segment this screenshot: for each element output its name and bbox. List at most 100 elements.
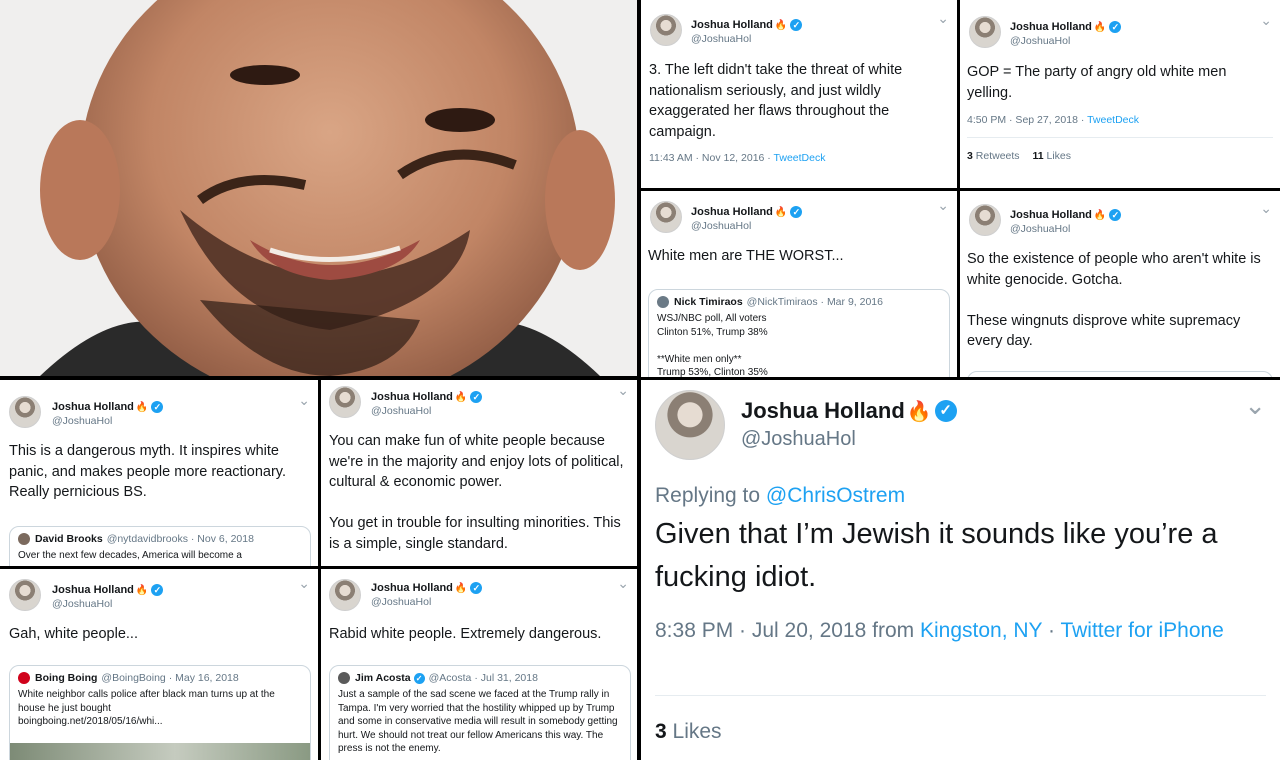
author-handle[interactable]: @JoshuaHol bbox=[1010, 35, 1070, 47]
retweets-stat[interactable]: 3 Retweets bbox=[967, 150, 1020, 162]
quoted-author-handle: @Acosta · Jul 31, 2018 bbox=[428, 672, 538, 684]
verified-icon: ✓ bbox=[470, 391, 483, 403]
tweet-card[interactable]: Joshua Holland 🔥 ✓ @JoshuaHol ⌄ So the e… bbox=[960, 191, 1280, 377]
tweet-text: So the existence of people who aren't wh… bbox=[967, 251, 1261, 349]
fire-icon: 🔥 bbox=[774, 19, 788, 31]
avatar[interactable] bbox=[329, 386, 361, 418]
author-name[interactable]: Joshua Holland bbox=[691, 19, 773, 31]
author-name[interactable]: Joshua Holland bbox=[371, 391, 453, 403]
quoted-tweet[interactable]: Nick Timiraos @NickTimiraos · Mar 9, 201… bbox=[648, 289, 950, 377]
tweet-card[interactable]: Joshua Holland 🔥 ✓ @JoshuaHol ⌄ White me… bbox=[641, 191, 957, 377]
author-handle[interactable]: @JoshuaHol bbox=[371, 596, 431, 608]
verified-icon: ✓ bbox=[790, 206, 803, 218]
chevron-down-icon[interactable]: ⌄ bbox=[937, 197, 949, 214]
divider bbox=[655, 695, 1266, 696]
verified-icon: ✓ bbox=[470, 582, 483, 594]
author-name[interactable]: Joshua Holland bbox=[52, 401, 134, 413]
quoted-tweet[interactable]: Jim Acosta ✓ @Acosta · Jul 31, 2018 Just… bbox=[329, 665, 631, 760]
chevron-down-icon[interactable]: ⌄ bbox=[617, 382, 629, 399]
tweet-text: Gah, white people... bbox=[9, 626, 138, 642]
tweet-timestamp[interactable]: 11:43 AM · Nov 12, 2016 · bbox=[649, 152, 774, 164]
avatar bbox=[338, 672, 350, 684]
tweet-card[interactable]: Joshua Holland 🔥 ✓ @JoshuaHol ⌄ GOP = Th… bbox=[960, 0, 1280, 188]
fire-icon: 🔥 bbox=[454, 582, 468, 594]
likes-stat[interactable]: 11 Likes bbox=[1032, 150, 1071, 162]
tweet-source[interactable]: TweetDeck bbox=[1087, 114, 1139, 126]
avatar[interactable] bbox=[9, 579, 41, 611]
chevron-down-icon[interactable]: ⌄ bbox=[298, 392, 310, 409]
tweet-card[interactable]: Joshua Holland 🔥 ✓ @JoshuaHol ⌄ Rabid wh… bbox=[321, 569, 637, 760]
avatar[interactable] bbox=[650, 201, 682, 233]
tweet-source[interactable]: TweetDeck bbox=[774, 152, 826, 164]
author-name[interactable]: Joshua Holland bbox=[691, 206, 773, 218]
fire-icon: 🔥 bbox=[1093, 209, 1107, 221]
author-handle[interactable]: @JoshuaHol bbox=[371, 405, 431, 417]
quoted-text: Just a sample of the sad scene we faced … bbox=[338, 689, 618, 754]
photo-panel bbox=[0, 0, 637, 376]
author-handle[interactable]: @JoshuaHol bbox=[1010, 223, 1070, 235]
verified-icon: ✓ bbox=[151, 401, 164, 413]
quoted-tweet[interactable] bbox=[967, 371, 1273, 377]
quoted-author-handle: @nytdavidbrooks · Nov 6, 2018 bbox=[106, 533, 254, 545]
tweet-text: This is a dangerous myth. It inspires wh… bbox=[9, 443, 286, 500]
avatar bbox=[657, 296, 669, 308]
fire-icon: 🔥 bbox=[135, 401, 149, 413]
likes-stat[interactable]: 3 Likes bbox=[655, 720, 722, 744]
quoted-author-handle: @NickTimiraos · Mar 9, 2016 bbox=[746, 296, 883, 308]
tweet-card[interactable]: Joshua Holland 🔥 ✓ @JoshuaHol ⌄ 3. The l… bbox=[641, 0, 957, 188]
author-handle[interactable]: @JoshuaHol bbox=[691, 220, 751, 232]
author-handle[interactable]: @JoshuaHol bbox=[52, 598, 112, 610]
verified-icon: ✓ bbox=[1109, 209, 1122, 221]
quoted-tweet[interactable]: David Brooks @nytdavidbrooks · Nov 6, 20… bbox=[9, 526, 311, 566]
tweet-card[interactable]: Joshua Holland 🔥 ✓ @JoshuaHol ⌄ This is … bbox=[0, 380, 318, 566]
quoted-text: WSJ/NBC poll, All voters Clinton 51%, Tr… bbox=[657, 313, 768, 377]
tweet-source[interactable]: Twitter for iPhone bbox=[1060, 619, 1223, 642]
tweet-card[interactable]: Joshua Holland 🔥 ✓ @JoshuaHol ⌄ You can … bbox=[321, 380, 637, 566]
tweet-card[interactable]: Joshua Holland 🔥 ✓ @JoshuaHol ⌄ Gah, whi… bbox=[0, 569, 318, 760]
avatar[interactable] bbox=[969, 16, 1001, 48]
verified-icon: ✓ bbox=[1109, 21, 1122, 33]
reply-prefix: Replying to bbox=[655, 484, 766, 507]
avatar bbox=[18, 672, 30, 684]
fire-icon: 🔥 bbox=[906, 400, 932, 423]
avatar[interactable] bbox=[9, 396, 41, 428]
author-handle[interactable]: @JoshuaHol bbox=[52, 415, 112, 427]
chevron-down-icon[interactable]: ⌄ bbox=[1260, 200, 1272, 217]
avatar[interactable] bbox=[650, 14, 682, 46]
quoted-text: Over the next few decades, America will … bbox=[18, 550, 242, 561]
chevron-down-icon[interactable]: ⌄ bbox=[1244, 390, 1266, 421]
chevron-down-icon[interactable]: ⌄ bbox=[1260, 12, 1272, 29]
tweet-text: Rabid white people. Extremely dangerous. bbox=[329, 626, 602, 642]
tweet-text: 3. The left didn't take the threat of wh… bbox=[649, 62, 903, 140]
avatar[interactable] bbox=[969, 204, 1001, 236]
reply-to-link[interactable]: @ChrisOstrem bbox=[766, 484, 905, 507]
verified-icon: ✓ bbox=[151, 584, 164, 596]
quoted-author-name: Boing Boing bbox=[35, 672, 98, 684]
fire-icon: 🔥 bbox=[774, 206, 788, 218]
tweet-timestamp[interactable]: 4:50 PM · Sep 27, 2018 · bbox=[967, 114, 1087, 126]
tweet-text: Given that I’m Jewish it sounds like you… bbox=[655, 518, 1218, 593]
tweet-card[interactable]: Joshua Holland 🔥 ✓ @JoshuaHol ⌄ Replying… bbox=[641, 380, 1280, 760]
avatar bbox=[18, 533, 30, 545]
author-name[interactable]: Joshua Holland bbox=[371, 582, 453, 594]
chevron-down-icon[interactable]: ⌄ bbox=[298, 575, 310, 592]
fire-icon: 🔥 bbox=[135, 584, 149, 596]
author-handle[interactable]: @JoshuaHol bbox=[691, 33, 751, 45]
chevron-down-icon[interactable]: ⌄ bbox=[937, 10, 949, 27]
chevron-down-icon[interactable]: ⌄ bbox=[617, 575, 629, 592]
author-handle[interactable]: @JoshuaHol bbox=[741, 428, 856, 451]
quoted-author-name: Nick Timiraos bbox=[674, 296, 743, 308]
tweet-timestamp[interactable]: 8:38 PM · Jul 20, 2018 from bbox=[655, 619, 920, 642]
author-name[interactable]: Joshua Holland bbox=[741, 398, 905, 424]
quoted-author-name: David Brooks bbox=[35, 533, 103, 545]
tweet-location[interactable]: Kingston, NY bbox=[920, 619, 1042, 642]
portrait-photo bbox=[0, 0, 637, 376]
author-name[interactable]: Joshua Holland bbox=[1010, 21, 1092, 33]
quoted-author-name: Jim Acosta bbox=[355, 672, 411, 684]
quoted-tweet[interactable]: Boing Boing @BoingBoing · May 16, 2018 W… bbox=[9, 665, 311, 760]
avatar[interactable] bbox=[329, 579, 361, 611]
avatar[interactable] bbox=[655, 390, 725, 460]
quoted-text: White neighbor calls police after black … bbox=[18, 689, 275, 727]
author-name[interactable]: Joshua Holland bbox=[1010, 209, 1092, 221]
author-name[interactable]: Joshua Holland bbox=[52, 584, 134, 596]
